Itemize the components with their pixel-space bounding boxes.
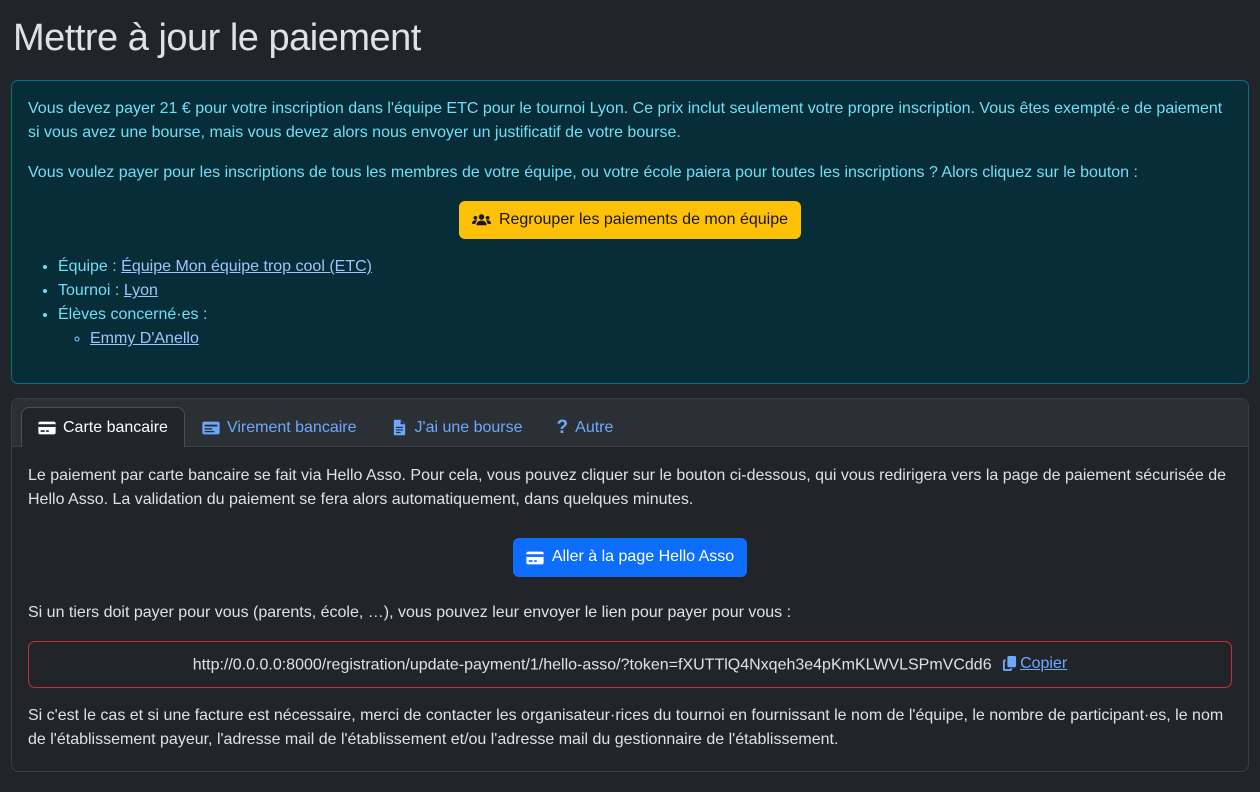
users-icon [472, 212, 491, 229]
document-icon [391, 419, 408, 436]
payment-link-url: http://0.0.0.0:8000/registration/update-… [193, 656, 992, 673]
tournament-label: Tournoi : [58, 282, 119, 299]
students-sublist: Emmy D'Anello [58, 327, 1232, 351]
alert-question-text: Vous voulez payer pour les inscriptions … [28, 161, 1232, 185]
payment-tabs: Carte bancaire Virement bancaire [21, 407, 1239, 446]
bank-transfer-icon [202, 419, 220, 437]
tab-label: Carte bancaire [63, 419, 168, 437]
payment-link-box: http://0.0.0.0:8000/registration/update-… [28, 641, 1232, 689]
helloasso-button-row: Aller à la page Hello Asso [28, 538, 1232, 576]
registration-details-list: Équipe : Équipe Mon équipe trop cool (ET… [28, 255, 1232, 351]
copy-link-label: Copier [1020, 652, 1067, 676]
tab-panel-carte-bancaire: Le paiement par carte bancaire se fait v… [12, 447, 1248, 771]
helloasso-button-label: Aller à la page Hello Asso [552, 546, 734, 568]
tab-autre[interactable]: ? Autre [540, 407, 631, 447]
alert-intro-text: Vous devez payer 21 € pour votre inscrip… [28, 97, 1232, 145]
tab-carte-bancaire[interactable]: Carte bancaire [21, 407, 185, 447]
student-link[interactable]: Emmy D'Anello [90, 330, 199, 347]
list-item-students: Élèves concerné·es : Emmy D'Anello [58, 303, 1232, 351]
group-payments-button[interactable]: Regrouper les paiements de mon équipe [459, 201, 801, 239]
payment-tabs-header: Carte bancaire Virement bancaire [12, 399, 1248, 447]
helloasso-intro-text: Le paiement par carte bancaire se fait v… [28, 464, 1232, 512]
group-payments-button-label: Regrouper les paiements de mon équipe [499, 209, 788, 231]
team-link[interactable]: Équipe Mon équipe trop cool (ETC) [121, 258, 372, 275]
copy-icon [1002, 656, 1017, 671]
page-title: Mettre à jour le paiement [13, 10, 1249, 67]
third-party-text: Si un tiers doit payer pour vous (parent… [28, 601, 1232, 625]
payment-methods-card: Carte bancaire Virement bancaire [11, 398, 1249, 772]
tab-jai-une-bourse[interactable]: J'ai une bourse [374, 407, 540, 447]
list-item-tournament: Tournoi : Lyon [58, 279, 1232, 303]
tab-label: J'ai une bourse [415, 419, 523, 437]
question-mark-icon: ? [557, 418, 569, 437]
invoice-note-text: Si c'est le cas et si une facture est né… [28, 704, 1232, 752]
list-item-team: Équipe : Équipe Mon équipe trop cool (ET… [58, 255, 1232, 279]
tab-label: Autre [575, 419, 613, 437]
copy-link[interactable]: Copier [1002, 652, 1067, 676]
team-label: Équipe : [58, 258, 117, 275]
list-item-student: Emmy D'Anello [90, 327, 1232, 351]
tournament-link[interactable]: Lyon [124, 282, 158, 299]
tab-virement-bancaire[interactable]: Virement bancaire [185, 407, 374, 447]
helloasso-button[interactable]: Aller à la page Hello Asso [513, 538, 747, 576]
group-payments-button-row: Regrouper les paiements de mon équipe [28, 201, 1232, 239]
credit-card-icon [526, 549, 544, 567]
payment-info-alert: Vous devez payer 21 € pour votre inscrip… [11, 80, 1249, 384]
tab-label: Virement bancaire [227, 419, 357, 437]
students-label: Élèves concerné·es : [58, 306, 207, 323]
credit-card-icon [38, 419, 56, 437]
